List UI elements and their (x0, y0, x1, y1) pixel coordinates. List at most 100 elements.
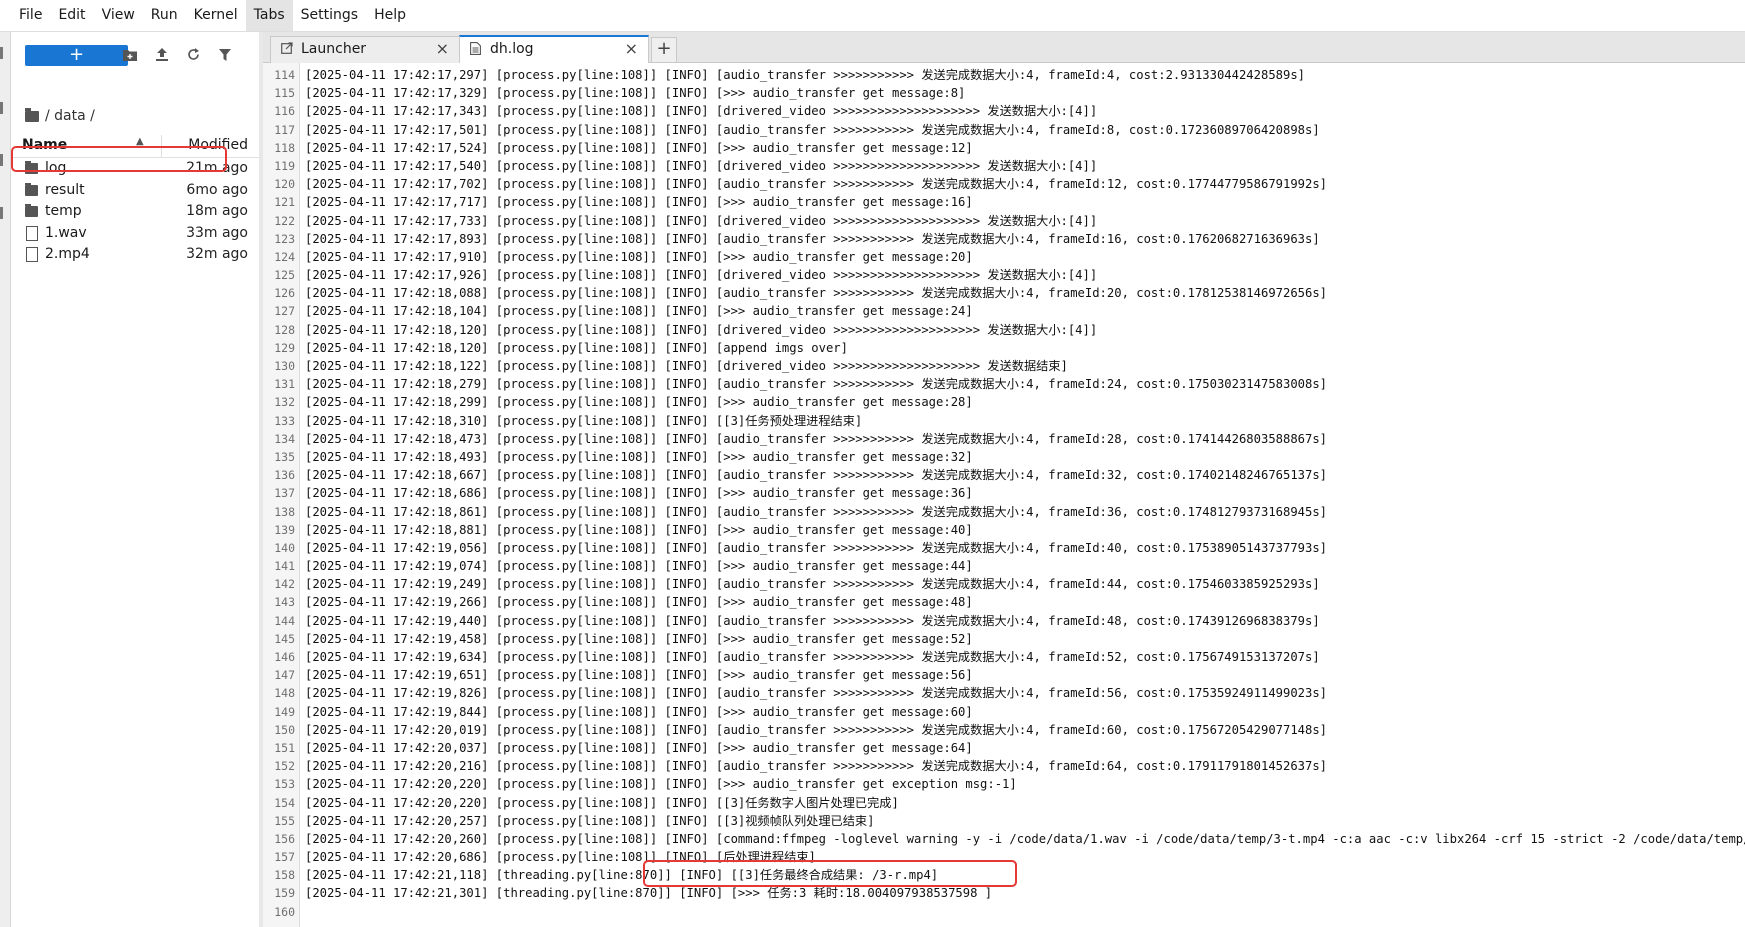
log-text: [2025-04-11 17:42:18,493] [process.py[li… (305, 449, 973, 464)
log-text: [2025-04-11 17:42:19,056] [process.py[li… (305, 540, 1328, 555)
file-name: 1.wav (45, 224, 87, 241)
line-number: 130 (274, 359, 295, 373)
tab-dh-log[interactable]: dh.log × (459, 35, 649, 64)
line-number: 146 (274, 650, 295, 664)
log-text: [2025-04-11 17:42:18,104] [process.py[li… (305, 304, 973, 319)
log-text: [2025-04-11 17:42:19,844] [process.py[li… (305, 704, 973, 719)
line-number: 141 (274, 559, 295, 574)
log-text: [2025-04-11 17:42:18,279] [process.py[li… (305, 377, 1328, 392)
file-text-icon (470, 42, 482, 55)
line-number: 157 (274, 850, 295, 865)
log-line: 142 [2025-04-11 17:42:19,249] [process.py… (263, 575, 1745, 593)
upload-icon[interactable] (151, 45, 173, 67)
breadcrumb[interactable]: / data / (25, 107, 95, 124)
filter-icon[interactable] (214, 45, 236, 67)
menu-settings[interactable]: Settings (293, 0, 366, 31)
log-text: [2025-04-11 17:42:18,120] [process.py[li… (305, 340, 848, 355)
file-list-item[interactable]: result 6mo ago (11, 180, 259, 202)
log-text: [2025-04-11 17:42:20,260] [process.py[li… (305, 831, 1745, 846)
line-number: 159 (274, 886, 295, 901)
line-number: 142 (274, 577, 295, 592)
log-line: 156 [2025-04-11 17:42:20,260] [process.py… (263, 830, 1745, 848)
log-line: 127 [2025-04-11 17:42:18,104] [process.py… (263, 302, 1745, 320)
file-name: 2.mp4 (45, 246, 90, 262)
line-number: 136 (274, 468, 295, 483)
line-number: 143 (274, 595, 295, 610)
log-text: [2025-04-11 17:42:17,501] [process.py[li… (305, 122, 1320, 137)
line-number: 125 (274, 268, 295, 283)
tab-launcher[interactable]: Launcher × (270, 36, 460, 63)
log-text: [2025-04-11 17:42:17,733] [process.py[li… (305, 213, 1098, 228)
file-list-item[interactable]: temp 18m ago (11, 201, 259, 223)
close-icon[interactable]: × (436, 39, 449, 58)
log-line: 122 [2025-04-11 17:42:17,733] [process.py… (263, 212, 1745, 230)
close-icon[interactable]: × (625, 39, 638, 58)
log-line: 149 [2025-04-11 17:42:19,844] [process.py… (263, 703, 1745, 721)
line-number: 158 (274, 868, 295, 883)
log-text: [2025-04-11 17:42:19,249] [process.py[li… (305, 577, 1320, 592)
left-sidebar-rail[interactable] (0, 32, 11, 927)
log-text: [2025-04-11 17:42:17,329] [process.py[li… (305, 86, 966, 101)
menu-run[interactable]: Run (143, 0, 186, 31)
log-text: [2025-04-11 17:42:17,717] [process.py[li… (305, 195, 973, 210)
log-line: 136 [2025-04-11 17:42:18,667] [process.py… (263, 466, 1745, 484)
log-line: 154 [2025-04-11 17:42:20,220] [process.py… (263, 794, 1745, 812)
menu-view[interactable]: View (94, 0, 143, 31)
line-number: 139 (274, 522, 295, 537)
line-number: 135 (274, 449, 295, 464)
log-line: 150 [2025-04-11 17:42:20,019] [process.py… (263, 721, 1745, 739)
line-number: 132 (274, 395, 295, 410)
log-editor[interactable]: 114 [2025-04-11 17:42:17,297] [process.py… (263, 63, 1745, 927)
highlight-annotation (643, 860, 1017, 887)
file-list-item[interactable]: 1.wav 33m ago (11, 223, 259, 245)
line-number: 160 (274, 904, 295, 919)
log-line: 124 [2025-04-11 17:42:17,910] [process.py… (263, 248, 1745, 266)
line-number: 152 (274, 759, 295, 774)
log-text: [2025-04-11 17:42:20,019] [process.py[li… (305, 722, 1328, 737)
tab-bar: Launcher × dh.log × + (263, 32, 1745, 64)
line-number: 137 (274, 486, 295, 501)
line-number: 156 (274, 831, 295, 846)
log-text: [2025-04-11 17:42:19,074] [process.py[li… (305, 559, 973, 574)
log-line: 140 [2025-04-11 17:42:19,056] [process.py… (263, 539, 1745, 557)
refresh-icon[interactable] (182, 45, 204, 67)
menu-edit[interactable]: Edit (50, 0, 93, 31)
line-number: 117 (274, 122, 295, 137)
menu-kernel[interactable]: Kernel (186, 0, 246, 31)
log-line: 123 [2025-04-11 17:42:17,893] [process.py… (263, 230, 1745, 248)
menu-tabs[interactable]: Tabs (245, 0, 293, 31)
log-line: 135 [2025-04-11 17:42:18,493] [process.py… (263, 448, 1745, 466)
log-text: [2025-04-11 17:42:20,037] [process.py[li… (305, 740, 973, 755)
line-number: 129 (274, 340, 295, 355)
log-text: [2025-04-11 17:42:19,634] [process.py[li… (305, 650, 1320, 664)
log-text: [2025-04-11 17:42:19,651] [process.py[li… (305, 668, 973, 683)
new-tab-button[interactable]: + (651, 37, 677, 63)
log-line: 152 [2025-04-11 17:42:20,216] [process.py… (263, 757, 1745, 775)
new-folder-icon[interactable] (119, 45, 141, 67)
log-text: [2025-04-11 17:42:18,122] [process.py[li… (305, 359, 1068, 373)
line-number: 126 (274, 286, 295, 301)
breadcrumb-path[interactable]: / data / (45, 108, 95, 124)
log-line: 147 [2025-04-11 17:42:19,651] [process.py… (263, 666, 1745, 684)
new-launcher-button[interactable]: + (25, 45, 128, 66)
log-line: 144 [2025-04-11 17:42:19,440] [process.py… (263, 612, 1745, 630)
log-line: 130 [2025-04-11 17:42:18,122] [process.py… (263, 357, 1745, 375)
log-line: 153 [2025-04-11 17:42:20,220] [process.py… (263, 775, 1745, 793)
line-number: 115 (274, 86, 295, 101)
log-line: 120 [2025-04-11 17:42:17,702] [process.py… (263, 175, 1745, 193)
menu-help[interactable]: Help (366, 0, 414, 31)
log-text: [2025-04-11 17:42:19,440] [process.py[li… (305, 613, 1320, 628)
line-number: 134 (274, 431, 295, 446)
tab-label: dh.log (490, 41, 534, 57)
log-line: 145 [2025-04-11 17:42:19,458] [process.py… (263, 630, 1745, 648)
log-line: 133 [2025-04-11 17:42:18,310] [process.py… (263, 412, 1745, 430)
line-number: 151 (274, 740, 295, 755)
line-number: 118 (274, 140, 295, 155)
log-text: [2025-04-11 17:42:18,686] [process.py[li… (305, 486, 973, 501)
file-list-item[interactable]: 2.mp4 32m ago (11, 244, 259, 266)
log-line: 128 [2025-04-11 17:42:18,120] [process.py… (263, 321, 1745, 339)
file-modified: 33m ago (186, 224, 248, 241)
log-line: 132 [2025-04-11 17:42:18,299] [process.py… (263, 393, 1745, 411)
line-number: 120 (274, 177, 295, 192)
menu-file[interactable]: File (11, 0, 50, 31)
